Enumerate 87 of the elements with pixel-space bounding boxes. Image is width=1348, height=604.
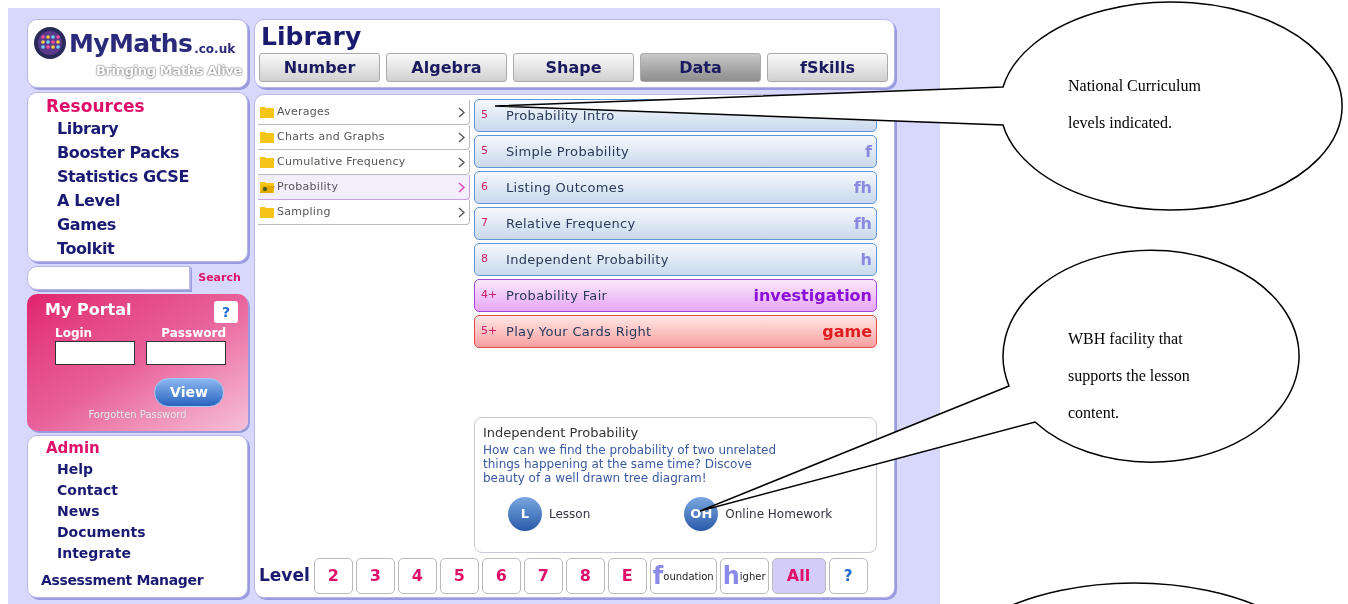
lesson-tag: fh <box>853 211 872 236</box>
resources-link[interactable]: Library <box>57 117 119 141</box>
lesson-row[interactable]: 5+ Play Your Cards Right game <box>474 315 877 348</box>
password-label: Password <box>161 325 226 341</box>
category-tab[interactable]: Number <box>259 53 380 82</box>
lesson-level: 5 <box>481 107 489 124</box>
admin-link[interactable]: News <box>57 501 100 522</box>
callout-text: WBH facility that supports the lesson content. <box>1068 329 1190 423</box>
chevron-icon <box>458 156 465 168</box>
topic-item[interactable]: Probability <box>258 175 470 200</box>
info-description: How can we find the probability of two unrelated things happening at the same time? Discove beauty of a well drawn tree diagram! <box>483 443 778 485</box>
admin-link[interactable]: Help <box>57 459 94 480</box>
lesson-tag: h <box>860 247 872 272</box>
help-button[interactable]: ? <box>214 301 238 323</box>
level-button[interactable]: 6 <box>481 558 521 594</box>
lesson-tag: game <box>822 319 872 344</box>
lesson-title: Probability Intro <box>506 106 616 125</box>
logo-name: MyMaths <box>69 30 193 56</box>
topic-item[interactable]: Sampling <box>258 200 470 225</box>
level-button[interactable]: 5 <box>439 558 479 594</box>
admin-link[interactable]: Documents <box>57 522 146 543</box>
lesson-title: Independent Probability <box>506 250 670 269</box>
lesson-title: Play Your Cards Right <box>506 322 653 341</box>
search-field[interactable] <box>27 266 190 290</box>
lesson-level: 4+ <box>481 287 499 304</box>
lesson-action-button[interactable]: L Lesson <box>508 497 591 531</box>
lesson-level: 7 <box>481 215 489 232</box>
level-button[interactable]: E <box>607 558 647 594</box>
lesson-level: 5 <box>481 143 489 160</box>
admin-link[interactable]: Integrate <box>57 543 131 564</box>
lesson-row[interactable]: 6 Listing Outcomes fh <box>474 171 877 204</box>
level-label: Level <box>259 564 310 588</box>
lesson-row[interactable]: 5 Simple Probability f <box>474 135 877 168</box>
folder-icon <box>260 131 275 143</box>
folder-icon <box>260 156 275 168</box>
lesson-level: 8 <box>481 251 489 268</box>
login-field[interactable] <box>55 341 135 365</box>
password-field[interactable] <box>146 341 226 365</box>
lesson-title: Relative Frequency <box>506 214 637 233</box>
globe-logo-icon <box>33 26 67 60</box>
lesson-row[interactable]: 7 Relative Frequency fh <box>474 207 877 240</box>
chevron-icon <box>458 106 465 118</box>
level-button[interactable]: 8 <box>565 558 605 594</box>
resources-link[interactable]: Statistics GCSE <box>57 165 189 189</box>
lesson-row[interactable]: 4+ Probability Fair investigation <box>474 279 877 312</box>
category-tab[interactable]: Algebra <box>386 53 507 82</box>
category-tab[interactable]: Shape <box>513 53 634 82</box>
lesson-tag: fh <box>853 175 872 200</box>
lesson-title: Probability Fair <box>506 286 609 305</box>
lesson-title: Simple Probability <box>506 142 631 161</box>
lesson-row[interactable]: 8 Independent Probability h <box>474 243 877 276</box>
category-tab[interactable]: fSkills <box>767 53 888 82</box>
page-title: Library <box>261 21 363 53</box>
resources-link[interactable]: Toolkit <box>57 237 115 261</box>
chevron-icon <box>458 131 465 143</box>
level-button[interactable]: 3 <box>355 558 395 594</box>
open-folder-icon <box>260 181 275 193</box>
lesson-level: 6 <box>481 179 489 196</box>
lesson-tag: investigation <box>753 283 872 308</box>
folder-icon <box>260 206 275 218</box>
help-button[interactable]: ? <box>828 558 868 594</box>
portal-title: My Portal <box>45 299 132 321</box>
login-label: Login <box>55 325 94 341</box>
assessment-manager-link[interactable]: Assessment Manager <box>41 570 204 590</box>
lesson-title: Listing Outcomes <box>506 178 626 197</box>
admin-link[interactable]: Contact <box>57 480 118 501</box>
logo-tagline: Bringing Maths Alive <box>95 64 242 77</box>
resources-link[interactable]: Games <box>57 213 116 237</box>
callout-text: National Curriculum levels indicated. <box>1068 76 1201 133</box>
topic-item[interactable]: Averages <box>258 100 470 125</box>
resources-link[interactable]: Booster Packs <box>57 141 180 165</box>
resources-heading: Resources <box>46 95 146 117</box>
topic-item[interactable]: Charts and Graphs <box>258 125 470 150</box>
admin-heading: Admin <box>46 438 101 459</box>
level-button[interactable]: 4 <box>397 558 437 594</box>
category-tab[interactable]: Data <box>640 53 761 82</box>
info-title: Independent Probability <box>483 424 640 442</box>
lesson-tag: f <box>865 139 872 164</box>
level-button[interactable]: 2 <box>313 558 353 594</box>
chevron-icon <box>458 181 465 193</box>
chevron-icon <box>458 206 465 218</box>
level-button[interactable]: 7 <box>523 558 563 594</box>
logo-suffix: .co.uk <box>194 41 236 58</box>
resources-link[interactable]: A Level <box>57 189 120 213</box>
topic-item[interactable]: Cumulative Frequency <box>258 150 470 175</box>
folder-icon <box>260 106 275 118</box>
lesson-level: 5+ <box>481 323 499 340</box>
